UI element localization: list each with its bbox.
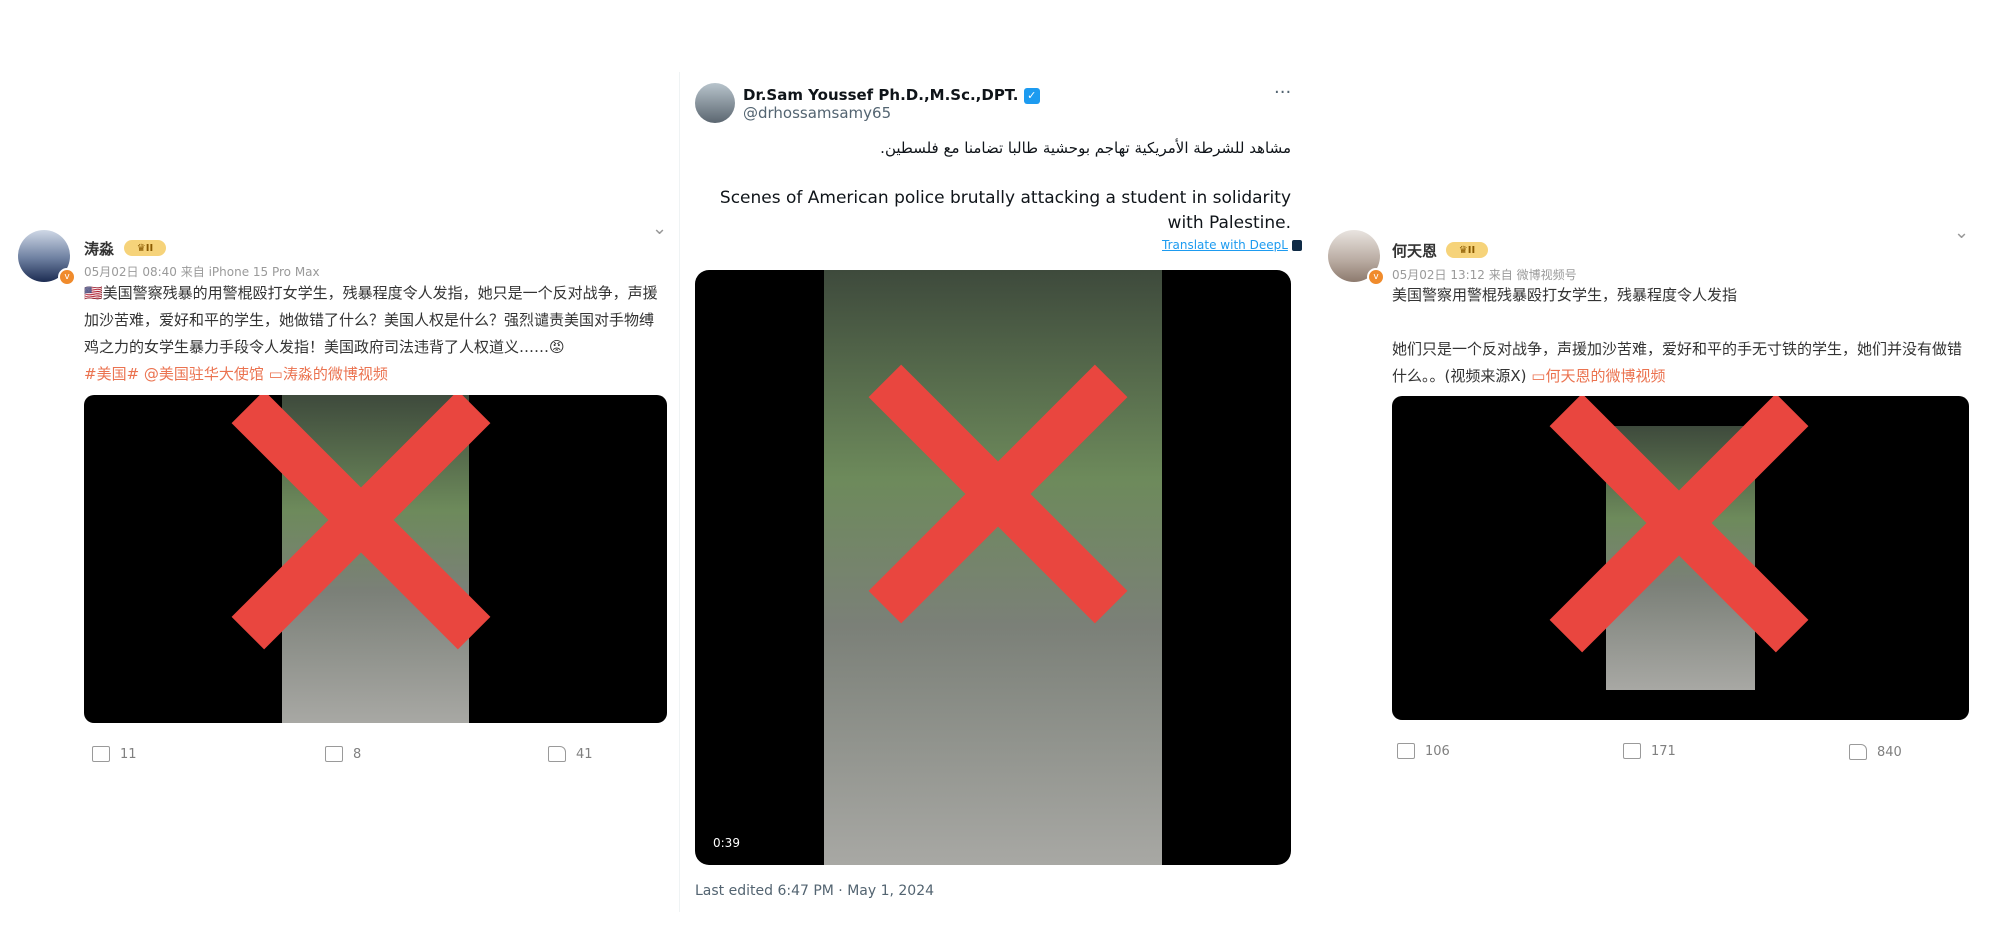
center-cross-mark — [868, 363, 1128, 623]
left-comment-button[interactable]: 8 — [325, 746, 361, 762]
right-comment-button[interactable]: 171 — [1623, 743, 1676, 759]
left-tags[interactable]: #美国# @美国驻华大使馆 ▭涛淼的微博视频 — [84, 361, 388, 388]
left-verified-badge: v — [58, 268, 76, 286]
center-video[interactable]: 0:39 — [695, 270, 1291, 865]
right-meta: 05月02日 13:12 来自 微博视频号 — [1392, 268, 1577, 282]
center-divider — [679, 72, 680, 912]
right-like-button[interactable]: 840 — [1849, 744, 1902, 760]
translate-link[interactable]: Translate with DeepL — [1162, 238, 1302, 252]
share-icon — [92, 746, 110, 762]
right-level-badge: ♛ II — [1446, 242, 1488, 258]
comment-icon — [1623, 743, 1641, 759]
video-duration: 0:39 — [709, 835, 744, 851]
chevron-down-icon[interactable]: ⌄ — [652, 218, 667, 239]
left-level-badge: ♛ II — [124, 240, 166, 256]
right-video-link[interactable]: ▭何天恩的微博视频 — [1531, 367, 1665, 385]
right-author-name[interactable]: 何天恩 — [1392, 240, 1437, 261]
center-text-english: Scenes of American police brutally attac… — [719, 188, 1291, 233]
comment-icon — [325, 746, 343, 762]
like-icon — [1849, 744, 1867, 760]
left-meta: 05月02日 08:40 来自 iPhone 15 Pro Max — [84, 265, 320, 279]
right-post-text-2: 她们只是一个反对战争，声援加沙苦难，爱好和平的手无寸铁的学生，她们并没有做错什么… — [1392, 340, 1963, 385]
left-like-button[interactable]: 41 — [548, 746, 593, 762]
right-verified-badge: v — [1367, 268, 1385, 286]
center-handle[interactable]: @drhossamsamy65 — [743, 104, 891, 122]
crown-icon: ♛ — [136, 242, 146, 254]
left-video[interactable] — [84, 395, 667, 723]
crown-icon: ♛ — [1458, 244, 1468, 256]
left-author-name[interactable]: 涛淼 — [84, 238, 114, 259]
center-text-arabic: مشاهد للشرطة الأمريكية تهاجم بوحشية طالب… — [880, 139, 1291, 157]
deepl-icon — [1291, 240, 1302, 251]
share-icon — [1397, 743, 1415, 759]
center-author-name[interactable]: Dr.Sam Youssef Ph.D.,M.Sc.,DPT. ✓ — [743, 86, 1040, 104]
like-icon — [548, 746, 566, 762]
more-icon[interactable]: ··· — [1274, 82, 1291, 103]
right-repost-button[interactable]: 106 — [1397, 743, 1450, 759]
left-post-text: 🇺🇸美国警察残暴的用警棍殴打女学生，残暴程度令人发指，她只是一个反对战争，声援加… — [84, 284, 658, 356]
chevron-down-icon[interactable]: ⌄ — [1954, 222, 1969, 243]
last-edited[interactable]: Last edited 6:47 PM · May 1, 2024 — [695, 883, 934, 899]
left-repost-button[interactable]: 11 — [92, 746, 137, 762]
left-cross-mark — [231, 395, 491, 649]
right-post-text-1: 美国警察用警棍残暴殴打女学生，残暴程度令人发指 — [1392, 286, 1738, 304]
verified-badge-icon: ✓ — [1023, 87, 1040, 104]
right-video[interactable] — [1392, 396, 1969, 720]
right-cross-mark — [1549, 396, 1809, 652]
center-avatar[interactable] — [695, 83, 735, 123]
